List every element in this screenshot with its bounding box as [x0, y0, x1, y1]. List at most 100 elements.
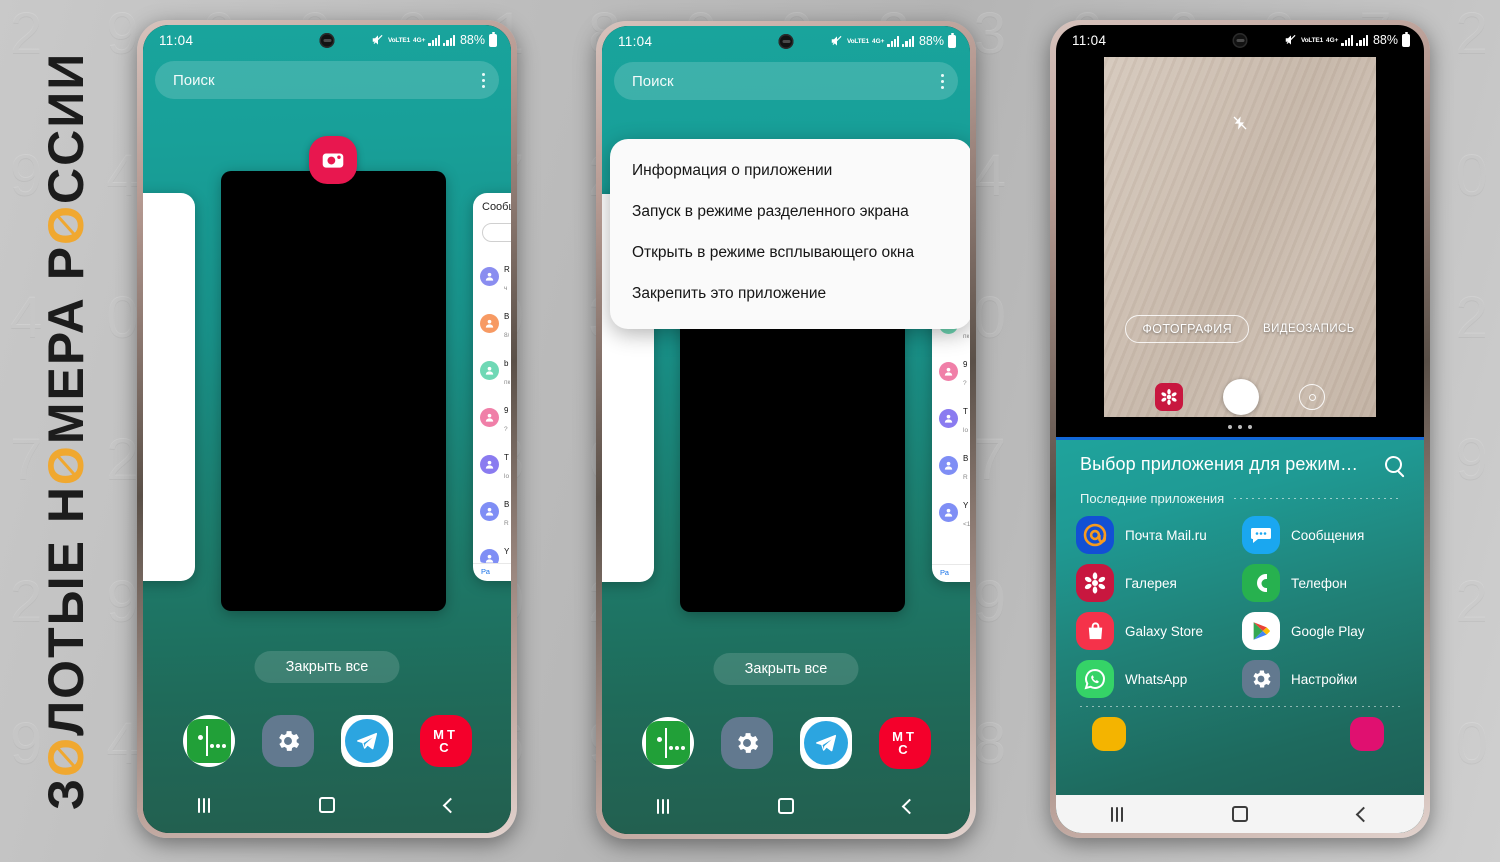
- list-item[interactable]: 9?: [473, 394, 511, 441]
- recents-search-bar[interactable]: Поиск: [155, 61, 499, 99]
- app-item-google-play[interactable]: Google Play: [1242, 612, 1408, 650]
- app-item-gallery[interactable]: Галерея: [1076, 564, 1242, 602]
- mts-label: МТ С: [892, 729, 917, 757]
- messages-filter-chip[interactable]: Во: [482, 223, 511, 242]
- recent-card-center[interactable]: [221, 171, 446, 611]
- phone-frame: 11:04 VoLTE1 4G+ 88% ФОТОГРАФИЯ ВИДЕОЗАП…: [1050, 20, 1430, 838]
- list-item[interactable]: Tlo: [473, 441, 511, 488]
- tab-photo[interactable]: ФОТОГРАФИЯ: [1125, 315, 1250, 343]
- dock-item-settings[interactable]: [720, 717, 773, 769]
- flower-glyph: [1084, 572, 1106, 594]
- back-button[interactable]: [1355, 806, 1372, 822]
- front-camera-punchhole: [778, 34, 794, 49]
- camera-glyph: [322, 153, 344, 168]
- dock-item-telegram[interactable]: [340, 715, 393, 767]
- list-item-title: 9: [963, 359, 968, 369]
- switch-camera-icon[interactable]: [1299, 384, 1325, 410]
- context-menu[interactable]: Информация о приложении Запуск в режиме …: [610, 139, 970, 329]
- avatar: [480, 455, 499, 474]
- app-label: WhatsApp: [1125, 671, 1188, 687]
- app-item-mailru[interactable]: Почта Mail.ru: [1076, 516, 1242, 554]
- menu-item-split-screen[interactable]: Запуск в режиме разделенного экрана: [610, 192, 970, 233]
- recents-button[interactable]: [656, 798, 669, 814]
- menu-item-pin-app[interactable]: Закрепить это приложение: [610, 274, 970, 315]
- gallery-icon[interactable]: [1155, 383, 1183, 411]
- list-item[interactable]: 9?: [932, 348, 970, 395]
- battery-icon: [489, 31, 497, 47]
- flash-off-icon[interactable]: [1232, 115, 1248, 133]
- battery-percent: 88%: [918, 34, 944, 48]
- app-item-galaxy-store[interactable]: Galaxy Store: [1076, 612, 1242, 650]
- list-item[interactable]: Rч: [473, 253, 511, 300]
- chat-bubble-glyph: [1251, 528, 1271, 543]
- recent-card-right[interactable]: Сообщ Во Rч B 8/ b пк: [473, 193, 511, 581]
- dock-item-mts[interactable]: МТ С: [878, 717, 931, 769]
- list-item[interactable]: B 8/: [473, 300, 511, 347]
- app-item-whatsapp[interactable]: WhatsApp: [1076, 660, 1242, 698]
- status-time: 11:04: [1072, 32, 1107, 48]
- close-all-button[interactable]: Закрыть все: [713, 653, 859, 685]
- avatar: [939, 362, 958, 381]
- list-item[interactable]: Y<1: [473, 535, 511, 563]
- signal-bars-sim2: [1356, 34, 1368, 46]
- dock-item-settings[interactable]: [261, 715, 314, 767]
- avatar: [480, 549, 499, 563]
- menu-icon[interactable]: [143, 561, 187, 571]
- partial-app-icon-magenta[interactable]: [1350, 717, 1384, 751]
- volte-indicator: VoLTE1: [1300, 36, 1323, 44]
- camera-icon: [309, 136, 357, 184]
- status-icons: VoLTE1 4G+ 88%: [1284, 31, 1410, 47]
- avatar: [480, 502, 499, 521]
- dock-item-sberbank[interactable]: [641, 717, 694, 769]
- home-button[interactable]: [778, 798, 795, 814]
- dock-item-mts[interactable]: МТ С: [419, 715, 472, 767]
- list-item[interactable]: BR: [932, 442, 970, 489]
- list-item-sub: ?: [504, 425, 508, 433]
- list-item-sub: 8/: [504, 331, 510, 339]
- menu-item-app-info[interactable]: Информация о приложении: [610, 151, 970, 192]
- menu-icon[interactable]: [602, 562, 646, 572]
- list-item[interactable]: b пк: [473, 347, 511, 394]
- recents-button[interactable]: [1110, 806, 1123, 822]
- back-button[interactable]: [901, 798, 918, 814]
- recent-card-left[interactable]: [143, 193, 195, 581]
- app-item-messages[interactable]: Сообщения: [1242, 516, 1408, 554]
- settings-icon: [1242, 660, 1280, 698]
- back-button[interactable]: [442, 797, 459, 813]
- list-item[interactable]: BR: [473, 488, 511, 535]
- more-options-icon[interactable]: [482, 72, 485, 88]
- home-button[interactable]: [319, 797, 336, 813]
- list-item-sub: <1: [963, 520, 970, 528]
- list-item-title: T: [963, 406, 968, 416]
- app-item-settings[interactable]: Настройки: [1242, 660, 1408, 698]
- list-item[interactable]: Tlo: [932, 395, 970, 442]
- watermark-text: ЗОЛОТЫЕ НОМЕРА РОССИИ: [38, 51, 94, 811]
- watermark-o-accent: О: [38, 444, 94, 486]
- menu-item-popup-window[interactable]: Открыть в режиме всплывающего окна: [610, 233, 970, 274]
- search-icon[interactable]: [1385, 456, 1402, 473]
- signal-bars-sim1: [887, 35, 900, 47]
- dock-item-sberbank[interactable]: [182, 715, 235, 767]
- app-item-phone[interactable]: Телефон: [1242, 564, 1408, 602]
- close-all-button[interactable]: Закрыть все: [254, 651, 400, 683]
- watermark: ЗОЛОТЫЕ НОМЕРА РОССИИ: [6, 0, 126, 862]
- flower-glyph: [1161, 389, 1177, 405]
- app-label: Почта Mail.ru: [1125, 527, 1207, 543]
- tab-video[interactable]: ВИДЕОЗАПИСЬ: [1263, 323, 1355, 335]
- partial-app-icon-yellow[interactable]: [1092, 717, 1126, 751]
- search-label: Поиск: [632, 72, 674, 90]
- camera-viewfinder[interactable]: ФОТОГРАФИЯ ВИДЕОЗАПИСЬ: [1104, 57, 1376, 417]
- messages-card-footer[interactable]: Ра: [473, 563, 511, 581]
- recents-search-bar[interactable]: Поиск: [614, 62, 958, 100]
- app-label: Galaxy Store: [1125, 623, 1204, 639]
- app-grid-partial: [1056, 707, 1424, 751]
- shutter-button[interactable]: [1223, 379, 1259, 415]
- recents-button[interactable]: [197, 797, 210, 813]
- drag-handle[interactable]: [1056, 425, 1424, 429]
- home-button[interactable]: [1232, 806, 1249, 822]
- dock-item-telegram[interactable]: [799, 717, 852, 769]
- more-options-icon[interactable]: [941, 73, 944, 89]
- list-item[interactable]: Y<1: [932, 489, 970, 536]
- messages-card-footer[interactable]: Ра: [932, 564, 970, 582]
- app-grid: Почта Mail.ru Сообщения Галерея Телефон …: [1056, 506, 1424, 698]
